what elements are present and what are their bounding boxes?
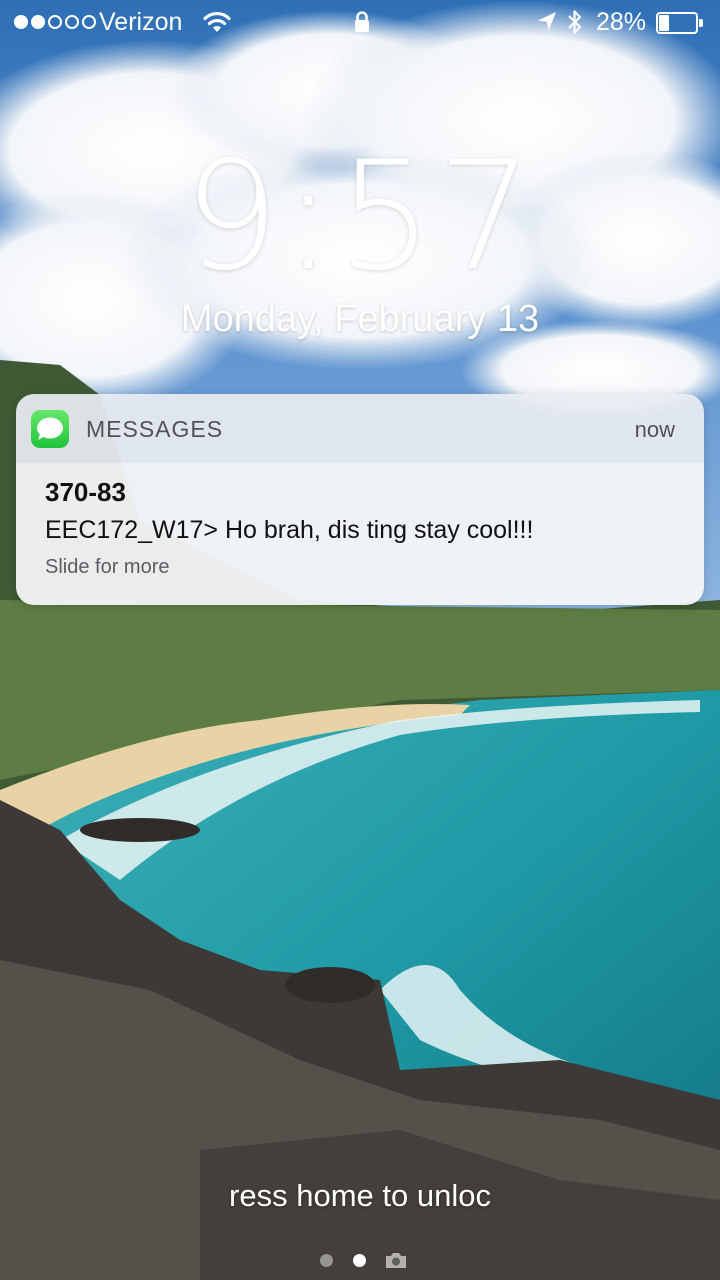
lock-screen: Verizon 28% 9:57 Monday, February 13 MES… <box>0 0 720 1280</box>
status-bar: Verizon 28% <box>0 0 720 48</box>
message-notification[interactable]: MESSAGES now 370-83 EEC172_W17> Ho brah,… <box>16 394 704 605</box>
signal-dot <box>31 15 45 29</box>
battery-tip <box>699 19 703 27</box>
battery-fill <box>659 15 669 31</box>
cellular-signal-icon <box>14 15 96 29</box>
press-home-to-unlock-text: ress home to unloc <box>229 1178 491 1213</box>
location-arrow-icon <box>536 10 558 41</box>
signal-dot <box>65 15 79 29</box>
notification-time: now <box>634 417 675 442</box>
bluetooth-icon <box>566 8 584 43</box>
notification-body: 370-83 EEC172_W17> Ho brah, dis ting sta… <box>16 463 704 605</box>
notification-sender: 370-83 <box>45 477 126 507</box>
carrier-name: Verizon <box>99 8 183 36</box>
wifi-icon <box>202 10 232 41</box>
page-dot-today[interactable] <box>320 1254 333 1267</box>
lock-screen-time: 9:57 <box>183 130 537 304</box>
notification-app-name: MESSAGES <box>86 416 224 442</box>
notification-header: MESSAGES now <box>16 394 704 463</box>
page-indicator[interactable] <box>0 1248 720 1272</box>
lock-screen-date: Monday, February 13 <box>180 298 540 340</box>
signal-dot <box>14 15 28 29</box>
notification-hint: Slide for more <box>45 556 170 578</box>
camera-icon[interactable] <box>384 1250 408 1275</box>
battery-icon <box>656 12 704 34</box>
signal-dot <box>82 15 96 29</box>
notification-message: EEC172_W17> Ho brah, dis ting stay cool!… <box>45 516 534 544</box>
lock-icon <box>353 10 371 41</box>
signal-dot <box>48 15 62 29</box>
messages-app-icon <box>31 410 69 448</box>
battery-percentage: 28% <box>596 8 647 36</box>
page-dot-lock[interactable] <box>353 1254 366 1267</box>
